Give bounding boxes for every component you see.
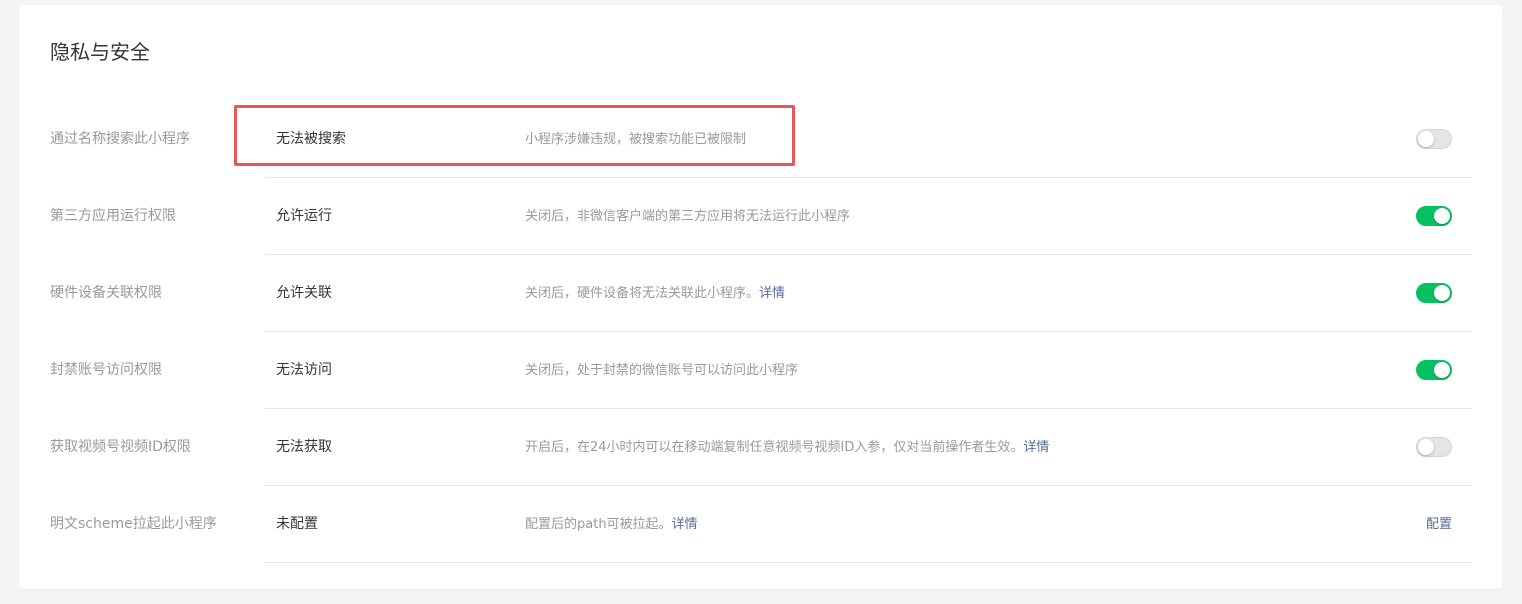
search-by-name-toggle[interactable] [1416, 129, 1452, 149]
setting-status: 允许运行 [276, 208, 332, 224]
detail-link[interactable]: 详情 [759, 286, 785, 301]
privacy-security-card: 隐私与安全 通过名称搜索此小程序 无法被搜索 小程序涉嫌违规，被搜索功能已被限制… [19, 5, 1502, 589]
setting-description: 配置后的path可被拉起。详情 [525, 517, 698, 532]
setting-row-video-id: 获取视频号视频ID权限 无法获取 开启后，在24小时内可以在移动端复制任意视频号… [19, 409, 1502, 486]
detail-link[interactable]: 详情 [672, 517, 698, 532]
section-title: 隐私与安全 [50, 40, 150, 64]
banned-account-access-toggle[interactable] [1416, 360, 1452, 380]
setting-description: 开启后，在24小时内可以在移动端复制任意视频号视频ID入参，仅对当前操作者生效。… [525, 440, 1050, 455]
setting-description: 关闭后，非微信客户端的第三方应用将无法运行此小程序 [525, 209, 851, 224]
setting-row-third-party-run: 第三方应用运行权限 允许运行 关闭后，非微信客户端的第三方应用将无法运行此小程序 [19, 178, 1502, 255]
setting-status: 无法获取 [276, 439, 332, 455]
toggle-knob [1434, 208, 1450, 224]
setting-description: 小程序涉嫌违规，被搜索功能已被限制 [525, 132, 747, 147]
setting-label: 获取视频号视频ID权限 [50, 439, 191, 455]
setting-description: 关闭后，硬件设备将无法关联此小程序。详情 [525, 286, 786, 301]
video-id-toggle[interactable] [1416, 437, 1452, 457]
hardware-link-toggle[interactable] [1416, 283, 1452, 303]
toggle-knob [1434, 362, 1450, 378]
setting-description: 关闭后，处于封禁的微信账号可以访问此小程序 [525, 363, 799, 378]
setting-row-search-by-name: 通过名称搜索此小程序 无法被搜索 小程序涉嫌违规，被搜索功能已被限制 [19, 101, 1502, 178]
setting-row-plaintext-scheme: 明文scheme拉起此小程序 未配置 配置后的path可被拉起。详情 配置 [19, 486, 1502, 563]
settings-list: 通过名称搜索此小程序 无法被搜索 小程序涉嫌违规，被搜索功能已被限制 第三方应用… [19, 101, 1502, 563]
configure-link[interactable]: 配置 [1426, 486, 1452, 563]
setting-label: 通过名称搜索此小程序 [50, 131, 190, 147]
setting-label: 第三方应用运行权限 [50, 208, 176, 224]
detail-link[interactable]: 详情 [1023, 440, 1049, 455]
toggle-knob [1418, 439, 1434, 455]
setting-label: 封禁账号访问权限 [50, 362, 162, 378]
toggle-knob [1418, 131, 1434, 147]
setting-status: 未配置 [276, 516, 318, 532]
setting-status: 无法访问 [276, 362, 332, 378]
setting-row-hardware-link: 硬件设备关联权限 允许关联 关闭后，硬件设备将无法关联此小程序。详情 [19, 255, 1502, 332]
setting-label: 硬件设备关联权限 [50, 285, 162, 301]
toggle-knob [1434, 285, 1450, 301]
setting-status: 允许关联 [276, 285, 332, 301]
setting-label: 明文scheme拉起此小程序 [50, 516, 217, 532]
setting-status: 无法被搜索 [276, 131, 346, 147]
setting-row-banned-account-access: 封禁账号访问权限 无法访问 关闭后，处于封禁的微信账号可以访问此小程序 [19, 332, 1502, 409]
third-party-run-toggle[interactable] [1416, 206, 1452, 226]
